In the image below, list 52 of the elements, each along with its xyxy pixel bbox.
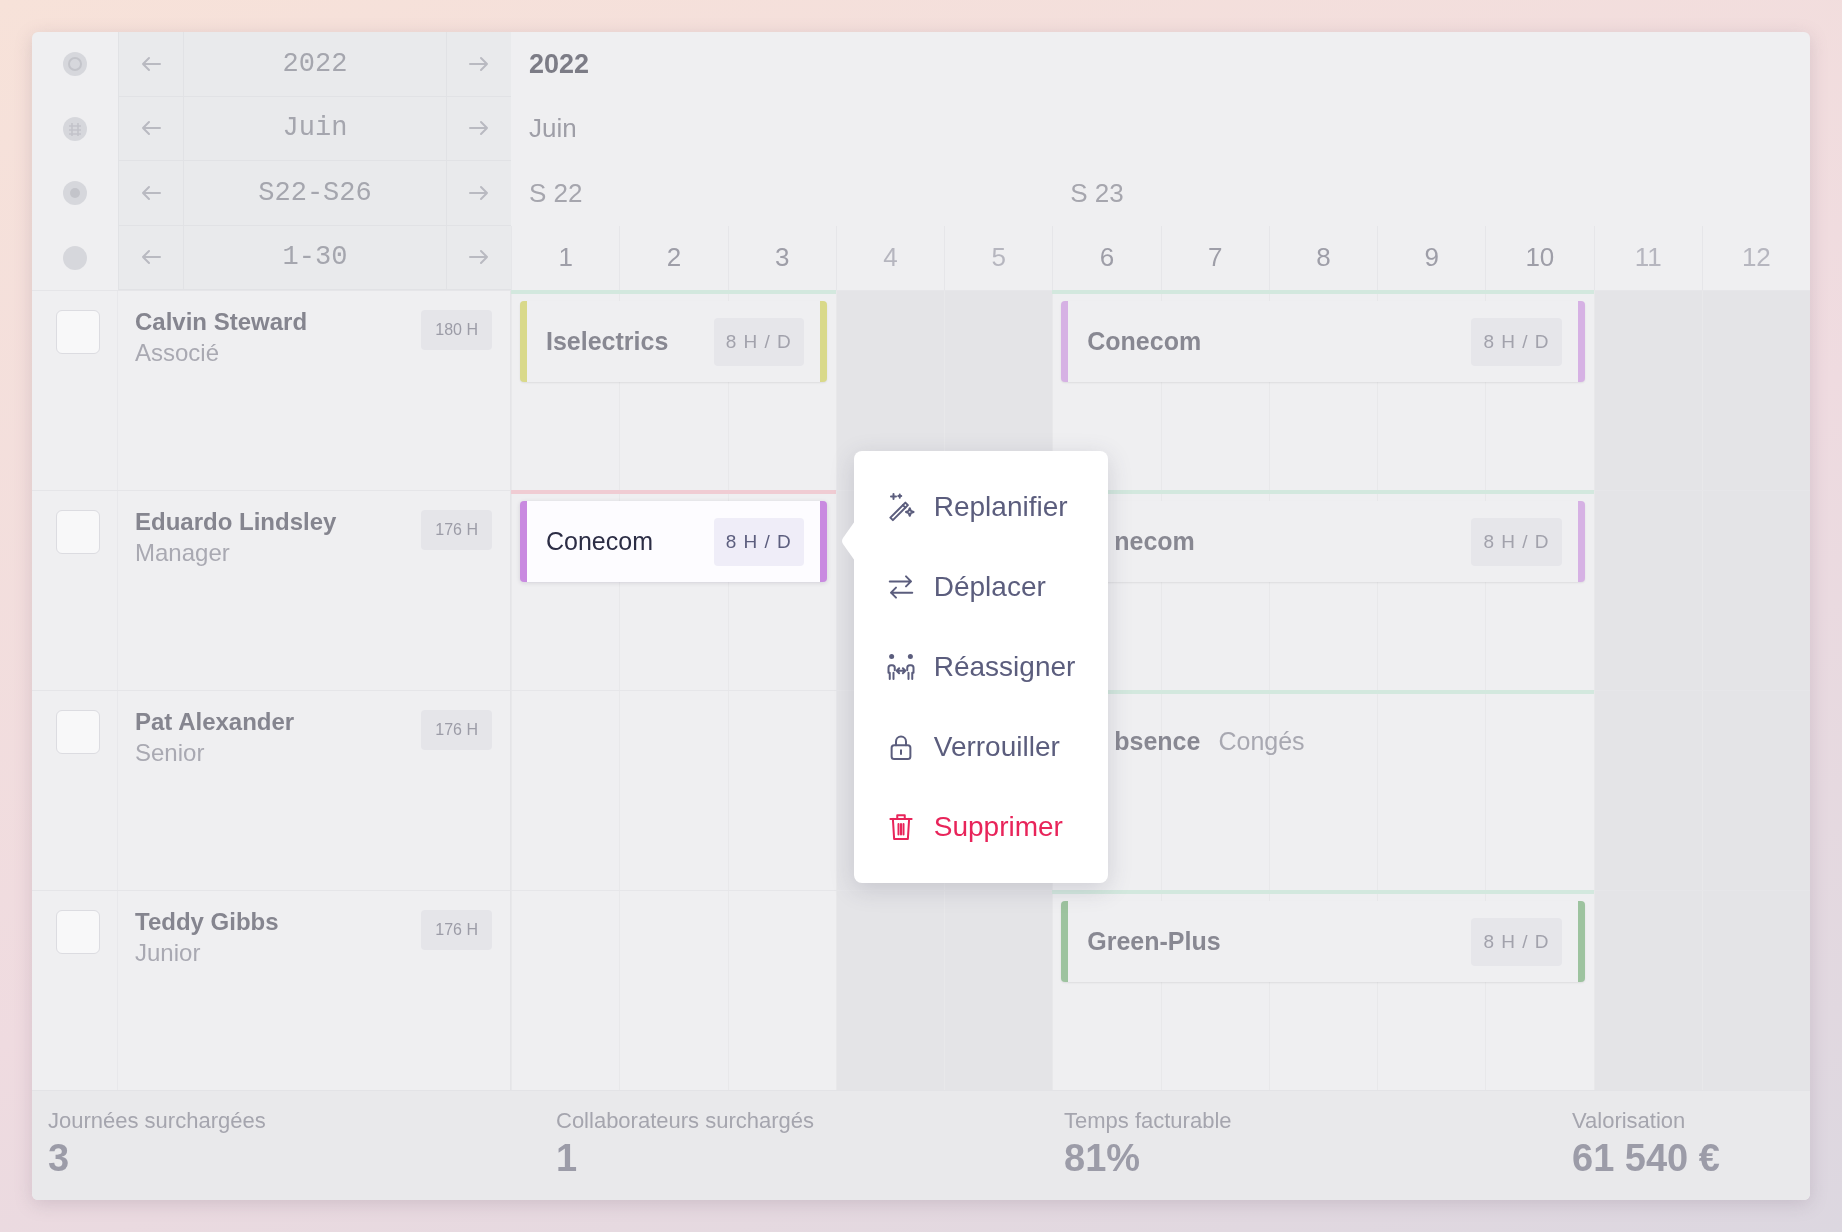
period-label: S22-S26 bbox=[258, 177, 372, 208]
person-name: Eduardo Lindsley bbox=[135, 507, 337, 537]
stat-value: 81% bbox=[1064, 1136, 1141, 1181]
assignment-title: Iselectrics bbox=[546, 327, 669, 356]
assignment-title: Green-Plus bbox=[1087, 927, 1221, 956]
stat-label: Temps facturable bbox=[1064, 1107, 1232, 1135]
day-label: 6 bbox=[1099, 242, 1115, 274]
period-label: 1-30 bbox=[282, 242, 348, 273]
day-label: 3 bbox=[774, 242, 790, 274]
person-role: Senior bbox=[135, 738, 205, 768]
day-label: 7 bbox=[1207, 242, 1223, 274]
stat-label: Collaborateurs surchargés bbox=[556, 1107, 815, 1135]
day-label: 10 bbox=[1525, 242, 1555, 274]
stat-value: 3 bbox=[48, 1136, 70, 1181]
day-label: 1 bbox=[558, 242, 573, 274]
assignment-title: Conecom bbox=[1087, 327, 1202, 356]
hours-badge: 176 H bbox=[421, 710, 492, 750]
person-role: Manager bbox=[135, 538, 230, 568]
day-label: 5 bbox=[991, 242, 1006, 274]
stat-value: 1 bbox=[556, 1136, 578, 1181]
rate-badge: 8 H / D bbox=[713, 317, 804, 366]
person-role: Associé bbox=[135, 338, 220, 368]
absence-type: Congés bbox=[1218, 727, 1305, 756]
person-name: Pat Alexander bbox=[135, 707, 295, 737]
period-label: 2022 bbox=[282, 48, 348, 79]
day-label: 8 bbox=[1316, 242, 1331, 274]
rate-badge: 8 H / D bbox=[1471, 517, 1562, 566]
person-name: Calvin Steward bbox=[135, 307, 308, 337]
rate-badge: 8 H / D bbox=[713, 517, 804, 566]
hours-badge: 180 H bbox=[421, 310, 492, 350]
hours-badge: 176 H bbox=[421, 510, 492, 550]
rate-badge: 8 H / D bbox=[1471, 917, 1562, 966]
assignment-title: necom bbox=[1114, 527, 1195, 556]
month-label: Juin bbox=[529, 113, 577, 145]
person-name: Teddy Gibbs bbox=[135, 907, 279, 937]
day-label: 9 bbox=[1424, 242, 1439, 274]
year-label: 2022 bbox=[529, 48, 590, 80]
day-label: 2 bbox=[666, 242, 682, 274]
assignment-title: Conecom bbox=[546, 527, 653, 556]
person-role: Junior bbox=[135, 938, 201, 968]
rate-badge: 8 H / D bbox=[1471, 317, 1562, 366]
day-label: 12 bbox=[1741, 242, 1771, 274]
week-label: S 22 bbox=[529, 177, 583, 209]
day-label: 4 bbox=[883, 242, 898, 274]
day-label: 11 bbox=[1634, 242, 1662, 274]
period-label: Juin bbox=[282, 113, 348, 144]
stat-label: Valorisation bbox=[1572, 1107, 1686, 1135]
week-label: S 23 bbox=[1070, 177, 1124, 209]
hours-badge: 176 H bbox=[421, 910, 492, 950]
absence-label: bsence bbox=[1114, 727, 1201, 756]
stat-label: Journées surchargées bbox=[48, 1107, 266, 1135]
stat-value: 61 540 € bbox=[1572, 1136, 1720, 1181]
